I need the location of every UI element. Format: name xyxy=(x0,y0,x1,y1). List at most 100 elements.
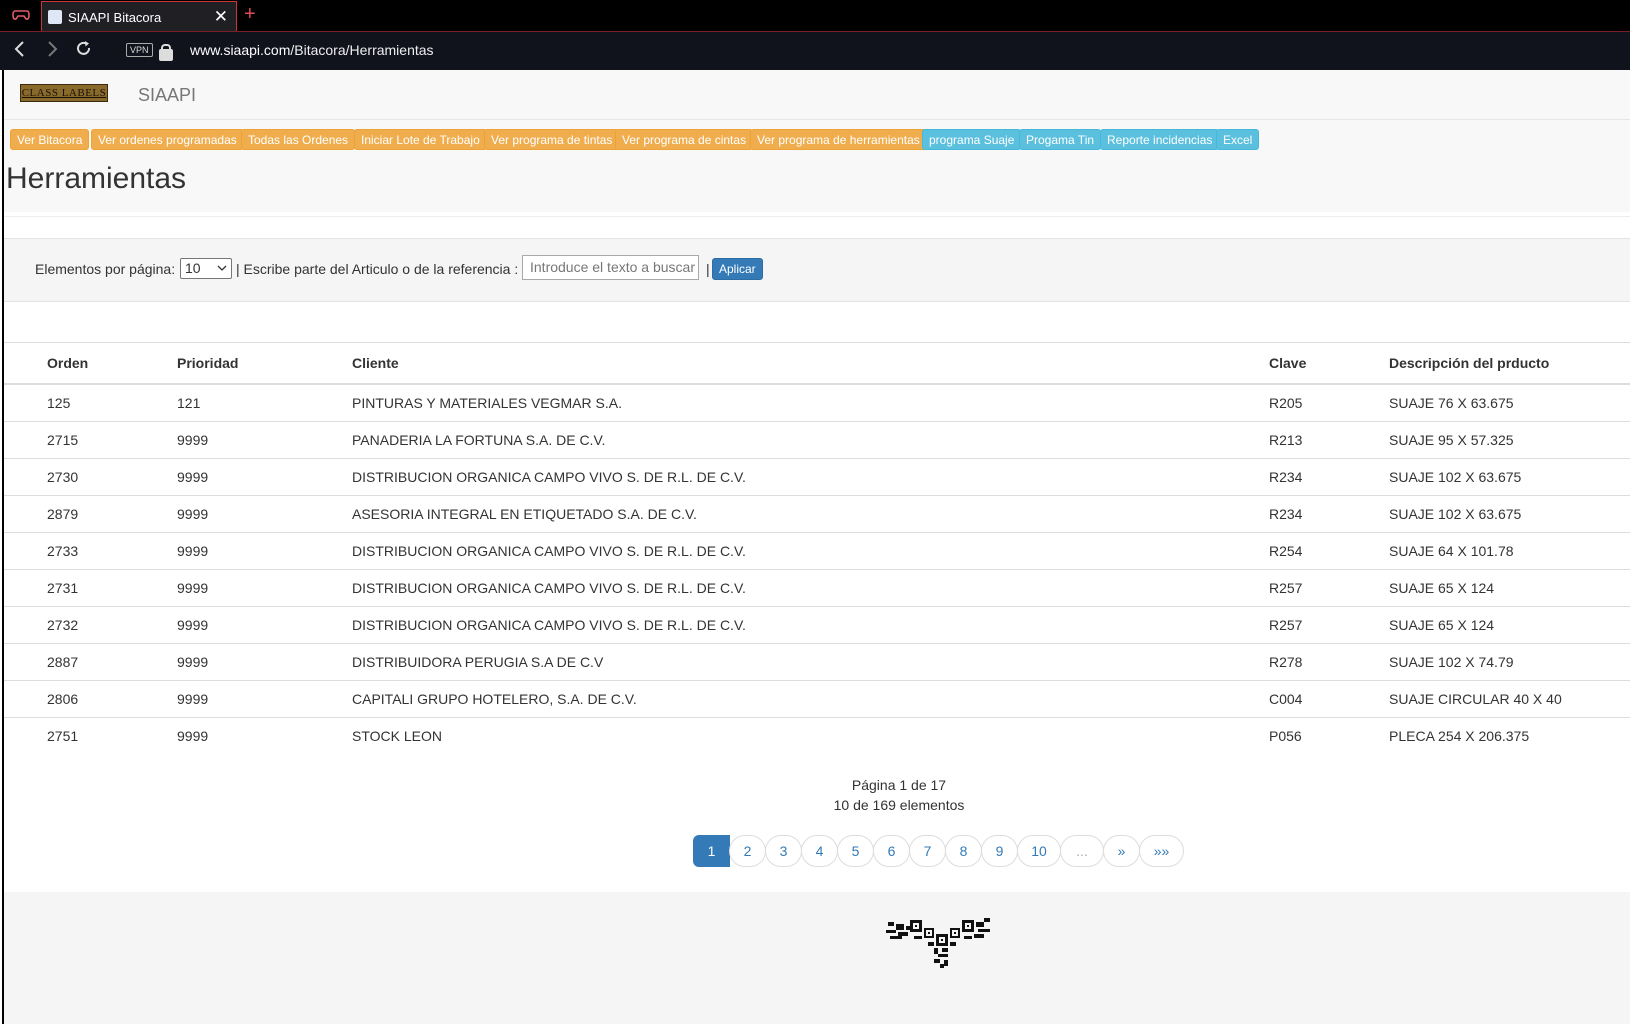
apply-button[interactable]: Aplicar xyxy=(712,258,763,280)
cell-prioridad: 9999 xyxy=(177,532,352,570)
brand-link[interactable]: SIAAPI xyxy=(138,85,196,106)
table-header-row: Orden Prioridad Cliente Clave Descripció… xyxy=(4,342,1630,385)
cell-orden: 2715 xyxy=(4,421,177,459)
per-page-select[interactable]: 10 xyxy=(180,258,232,279)
cell-prioridad: 9999 xyxy=(177,421,352,459)
address-bar: VPN www.siaapi.com/Bitacora/Herramientas xyxy=(0,32,1630,70)
separator: | xyxy=(706,261,710,277)
pagination-page[interactable]: 4 xyxy=(801,835,838,867)
cell-prioridad: 9999 xyxy=(177,458,352,496)
pagination-ellipsis: ... xyxy=(1060,835,1104,867)
url-text[interactable]: www.siaapi.com/Bitacora/Herramientas xyxy=(190,42,434,58)
cell-orden: 2887 xyxy=(4,643,177,681)
progama-tin-button[interactable]: Progama Tin xyxy=(1019,129,1102,150)
cell-cliente: DISTRIBUCION ORGANICA CAMPO VIVO S. DE R… xyxy=(352,458,1269,496)
excel-button[interactable]: Excel xyxy=(1216,129,1260,150)
tools-table: Orden Prioridad Cliente Clave Descripció… xyxy=(4,342,1630,754)
col-cliente: Cliente xyxy=(352,342,1269,385)
cell-cliente: PANADERIA LA FORTUNA S.A. DE C.V. xyxy=(352,421,1269,459)
page-info: Página 1 de 17 xyxy=(851,777,947,793)
cell-orden: 2806 xyxy=(4,680,177,718)
cell-clave: R234 xyxy=(1269,495,1389,533)
cell-clave: R257 xyxy=(1269,606,1389,644)
web-page: CLASS LABELS SIAAPI Ver Bitacora Ver ord… xyxy=(2,70,1630,1024)
cell-descripcion: SUAJE 95 X 57.325 xyxy=(1389,421,1630,459)
cell-prioridad: 9999 xyxy=(177,717,352,754)
cell-descripcion: PLECA 254 X 206.375 xyxy=(1389,717,1630,754)
pagination-page[interactable]: 1 xyxy=(693,835,730,867)
cell-prioridad: 9999 xyxy=(177,495,352,533)
pagination-page[interactable]: 2 xyxy=(729,835,766,867)
cell-prioridad: 9999 xyxy=(177,643,352,681)
ver-ordenes-programadas-button[interactable]: Ver ordenes programadas xyxy=(91,129,244,150)
iniciar-lote-button[interactable]: Iniciar Lote de Trabajo xyxy=(354,129,487,150)
cell-orden: 125 xyxy=(4,383,177,422)
cell-cliente: CAPITALI GRUPO HOTELERO, S.A. DE C.V. xyxy=(352,680,1269,718)
top-navbar: CLASS LABELS SIAAPI xyxy=(4,70,1630,120)
page-title: Herramientas xyxy=(6,162,187,195)
class-labels-logo[interactable]: CLASS LABELS xyxy=(20,84,108,102)
table-row: 2879 9999 ASESORIA INTEGRAL EN ETIQUETADO … xyxy=(4,495,1630,533)
pagination-page[interactable]: 8 xyxy=(945,835,982,867)
close-tab-icon[interactable]: ✕ xyxy=(214,7,228,27)
gamepad-icon[interactable] xyxy=(12,8,30,22)
back-icon[interactable] xyxy=(14,40,26,63)
pagination-info: Página 1 de 17 10 de 169 elementos xyxy=(0,775,1630,815)
search-input[interactable]: Introduce el texto a buscar xyxy=(522,255,699,280)
programa-cintas-button[interactable]: Ver programa de cintas xyxy=(615,129,754,150)
cell-orden: 2751 xyxy=(4,717,177,754)
table-row: 2731 9999 DISTRIBUCION ORGANICA CAMPO VIVO… xyxy=(4,569,1630,607)
cell-clave: C004 xyxy=(1269,680,1389,718)
qr-bird-logo-icon xyxy=(884,914,994,975)
reload-icon[interactable] xyxy=(76,40,92,63)
programa-herramientas-button[interactable]: Ver programa de herramientas xyxy=(750,129,927,150)
pagination-page[interactable]: 9 xyxy=(981,835,1018,867)
table-row: 2806 9999 CAPITALI GRUPO HOTELERO, S.A. DE… xyxy=(4,680,1630,718)
table-row: 2733 9999 DISTRIBUCION ORGANICA CAMPO VIVO… xyxy=(4,532,1630,570)
cell-prioridad: 9999 xyxy=(177,606,352,644)
forward-icon[interactable] xyxy=(46,40,58,63)
pagination-page[interactable]: 5 xyxy=(837,835,874,867)
cell-cliente: DISTRIBUCION ORGANICA CAMPO VIVO S. DE R… xyxy=(352,606,1269,644)
browser-tab-bar: SIAAPI Bitacora ✕ + xyxy=(0,0,1630,32)
cell-cliente: STOCK LEON xyxy=(352,717,1269,754)
cell-orden: 2731 xyxy=(4,569,177,607)
pagination-page[interactable]: 3 xyxy=(765,835,802,867)
cell-orden: 2733 xyxy=(4,532,177,570)
cell-cliente: DISTRIBUCION ORGANICA CAMPO VIVO S. DE R… xyxy=(352,532,1269,570)
col-prioridad: Prioridad xyxy=(177,342,352,385)
footer xyxy=(4,892,1630,1024)
cell-descripcion: SUAJE 65 X 124 xyxy=(1389,569,1630,607)
vpn-badge[interactable]: VPN xyxy=(126,43,153,57)
lock-icon[interactable] xyxy=(159,44,173,61)
cell-descripcion: SUAJE 76 X 63.675 xyxy=(1389,383,1630,422)
cell-cliente: PINTURAS Y MATERIALES VEGMAR S.A. xyxy=(352,383,1269,422)
pagination-page[interactable]: 7 xyxy=(909,835,946,867)
cell-clave: R213 xyxy=(1269,421,1389,459)
table-row: 2730 9999 DISTRIBUCION ORGANICA CAMPO VIVO… xyxy=(4,458,1630,496)
pagination-page[interactable]: 10 xyxy=(1017,835,1061,867)
cell-clave: P056 xyxy=(1269,717,1389,754)
cell-orden: 2732 xyxy=(4,606,177,644)
tab-title: SIAAPI Bitacora xyxy=(68,10,162,25)
cell-descripcion: SUAJE CIRCULAR 40 X 40 xyxy=(1389,680,1630,718)
pagination-last[interactable]: »» xyxy=(1139,835,1184,867)
browser-tab-active[interactable]: SIAAPI Bitacora ✕ xyxy=(41,1,237,31)
divider xyxy=(4,216,1630,217)
action-menu: Ver Bitacora Ver ordenes programadas Tod… xyxy=(4,120,1630,212)
new-tab-icon[interactable]: + xyxy=(244,3,256,26)
reporte-incidencias-button[interactable]: Reporte incidencias xyxy=(1100,129,1220,150)
col-descripcion: Descripción del prducto xyxy=(1389,342,1630,385)
programa-tintas-button[interactable]: Ver programa de tintas xyxy=(484,129,620,150)
cell-cliente: ASESORIA INTEGRAL EN ETIQUETADO S.A. DE … xyxy=(352,495,1269,533)
table-row: 2732 9999 DISTRIBUCION ORGANICA CAMPO VIVO… xyxy=(4,606,1630,644)
ver-bitacora-button[interactable]: Ver Bitacora xyxy=(10,129,90,150)
count-info: 10 de 169 elementos xyxy=(833,797,965,813)
per-page-label: Elementos por página: xyxy=(35,261,176,277)
pagination-page[interactable]: 6 xyxy=(873,835,910,867)
table-row: 125 121 PINTURAS Y MATERIALES VEGMAR S.A. R… xyxy=(4,383,1630,422)
cell-descripcion: SUAJE 102 X 63.675 xyxy=(1389,458,1630,496)
todas-las-ordenes-button[interactable]: Todas las Ordenes xyxy=(241,129,356,150)
pagination-next[interactable]: » xyxy=(1103,835,1140,867)
programa-suaje-button[interactable]: programa Suaje xyxy=(922,129,1022,150)
